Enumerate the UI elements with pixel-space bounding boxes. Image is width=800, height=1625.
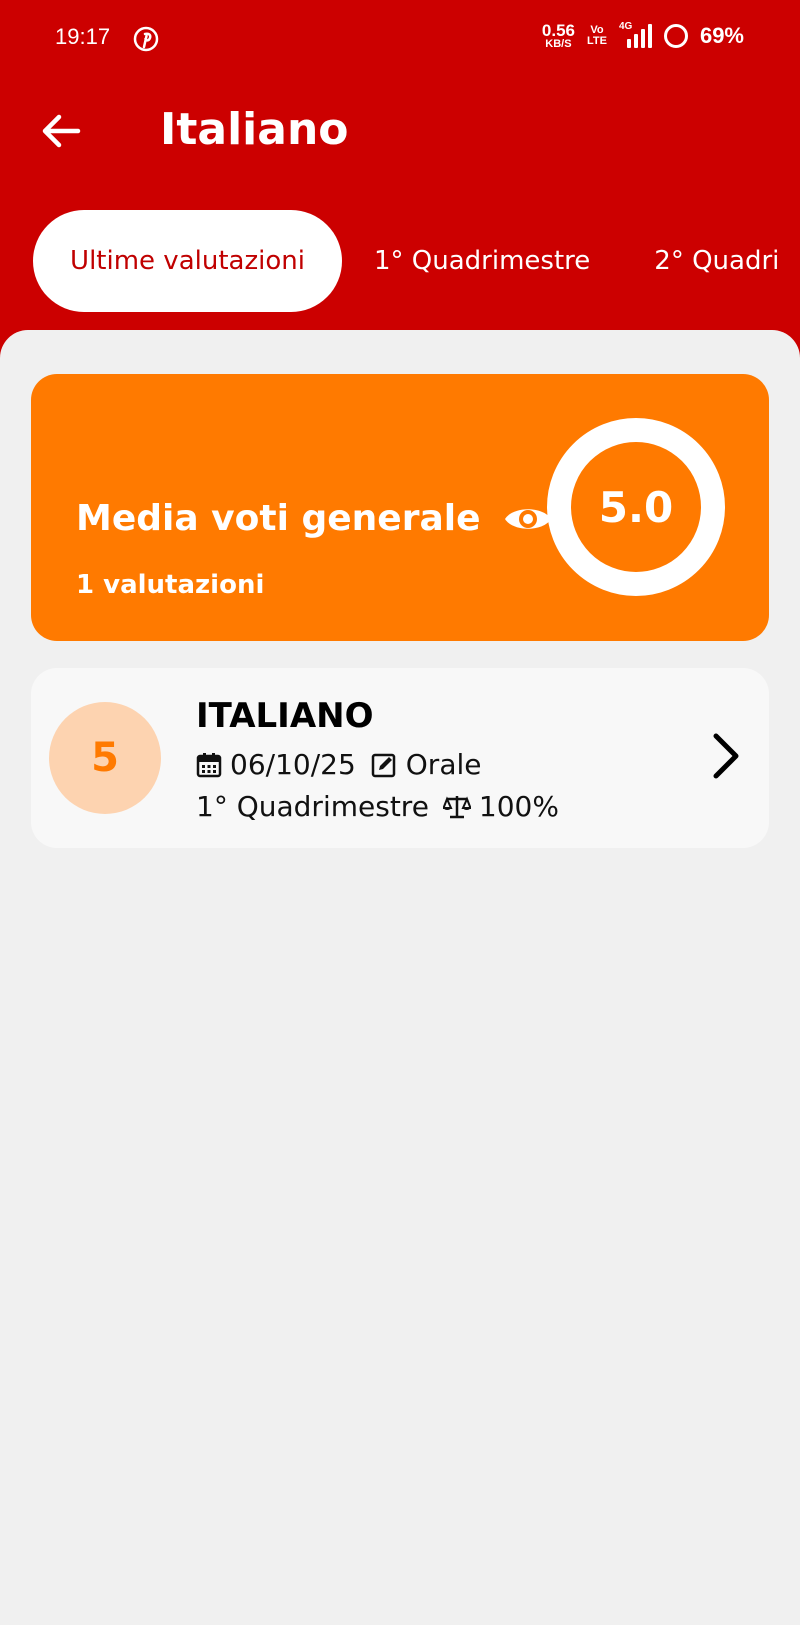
- edit-icon: [371, 753, 396, 777]
- status-indicators: 0.56 KB/S Vo LTE 4G 69%: [542, 21, 744, 50]
- average-count: 1 valutazioni: [76, 570, 265, 600]
- network-speed-unit: KB/S: [545, 38, 572, 50]
- calendar-icon: [196, 752, 222, 777]
- grade-date: 06/10/25: [230, 748, 356, 781]
- grade-badge: 5: [49, 702, 161, 814]
- app-header: 19:17 0.56 KB/S Vo LTE 4G 69% Italiano U…: [0, 0, 800, 360]
- average-value-ring: 5.0: [547, 418, 725, 596]
- network-speed-value: 0.56: [541, 21, 575, 40]
- arrow-left-icon[interactable]: [40, 110, 82, 152]
- grade-value: 5: [91, 735, 119, 781]
- chevron-right-icon[interactable]: [711, 732, 741, 780]
- grade-weight: 100%: [478, 790, 559, 823]
- tab-ultime-valutazioni[interactable]: Ultime valutazioni: [33, 210, 342, 312]
- status-time: 19:17: [55, 24, 111, 49]
- volte-bottom: LTE: [586, 35, 607, 47]
- pinterest-icon: [133, 26, 159, 52]
- battery-percentage: 69%: [699, 23, 744, 48]
- network-type: 4G: [618, 21, 633, 32]
- grade-list-item[interactable]: 5 ITALIANO 06/10/25 Orale 1° Quadrimestr…: [31, 668, 769, 848]
- tab-secondo-quadrimestre[interactable]: 2° Quadri: [622, 210, 800, 312]
- battery-icon: [663, 24, 688, 48]
- tab-bar: Ultime valutazioni 1° Quadrimestre 2° Qu…: [33, 210, 800, 312]
- eye-icon[interactable]: [503, 502, 553, 536]
- grade-meta-row-1: 06/10/25 Orale: [196, 748, 481, 781]
- page-title: Italiano: [160, 104, 349, 155]
- average-label-row: Media voti generale: [76, 498, 553, 539]
- average-label: Media voti generale: [76, 498, 481, 539]
- tab-primo-quadrimestre[interactable]: 1° Quadrimestre: [342, 210, 622, 312]
- network-speed: 0.56 KB/S: [542, 22, 575, 50]
- grade-subject: ITALIANO: [196, 696, 374, 736]
- scale-icon: [442, 795, 471, 818]
- average-card[interactable]: Media voti generale 1 valutazioni 5.0: [31, 374, 769, 641]
- content-area: Media voti generale 1 valutazioni 5.0 5 …: [0, 330, 800, 1625]
- grade-period: 1° Quadrimestre: [196, 790, 429, 823]
- signal-icon: 4G: [618, 21, 652, 48]
- status-bar: 19:17 0.56 KB/S Vo LTE 4G 69%: [0, 0, 800, 76]
- average-value: 5.0: [598, 482, 674, 532]
- grade-meta-row-2: 1° Quadrimestre 100%: [196, 790, 559, 823]
- volte-indicator: Vo LTE: [587, 25, 607, 47]
- grade-type: Orale: [405, 748, 482, 781]
